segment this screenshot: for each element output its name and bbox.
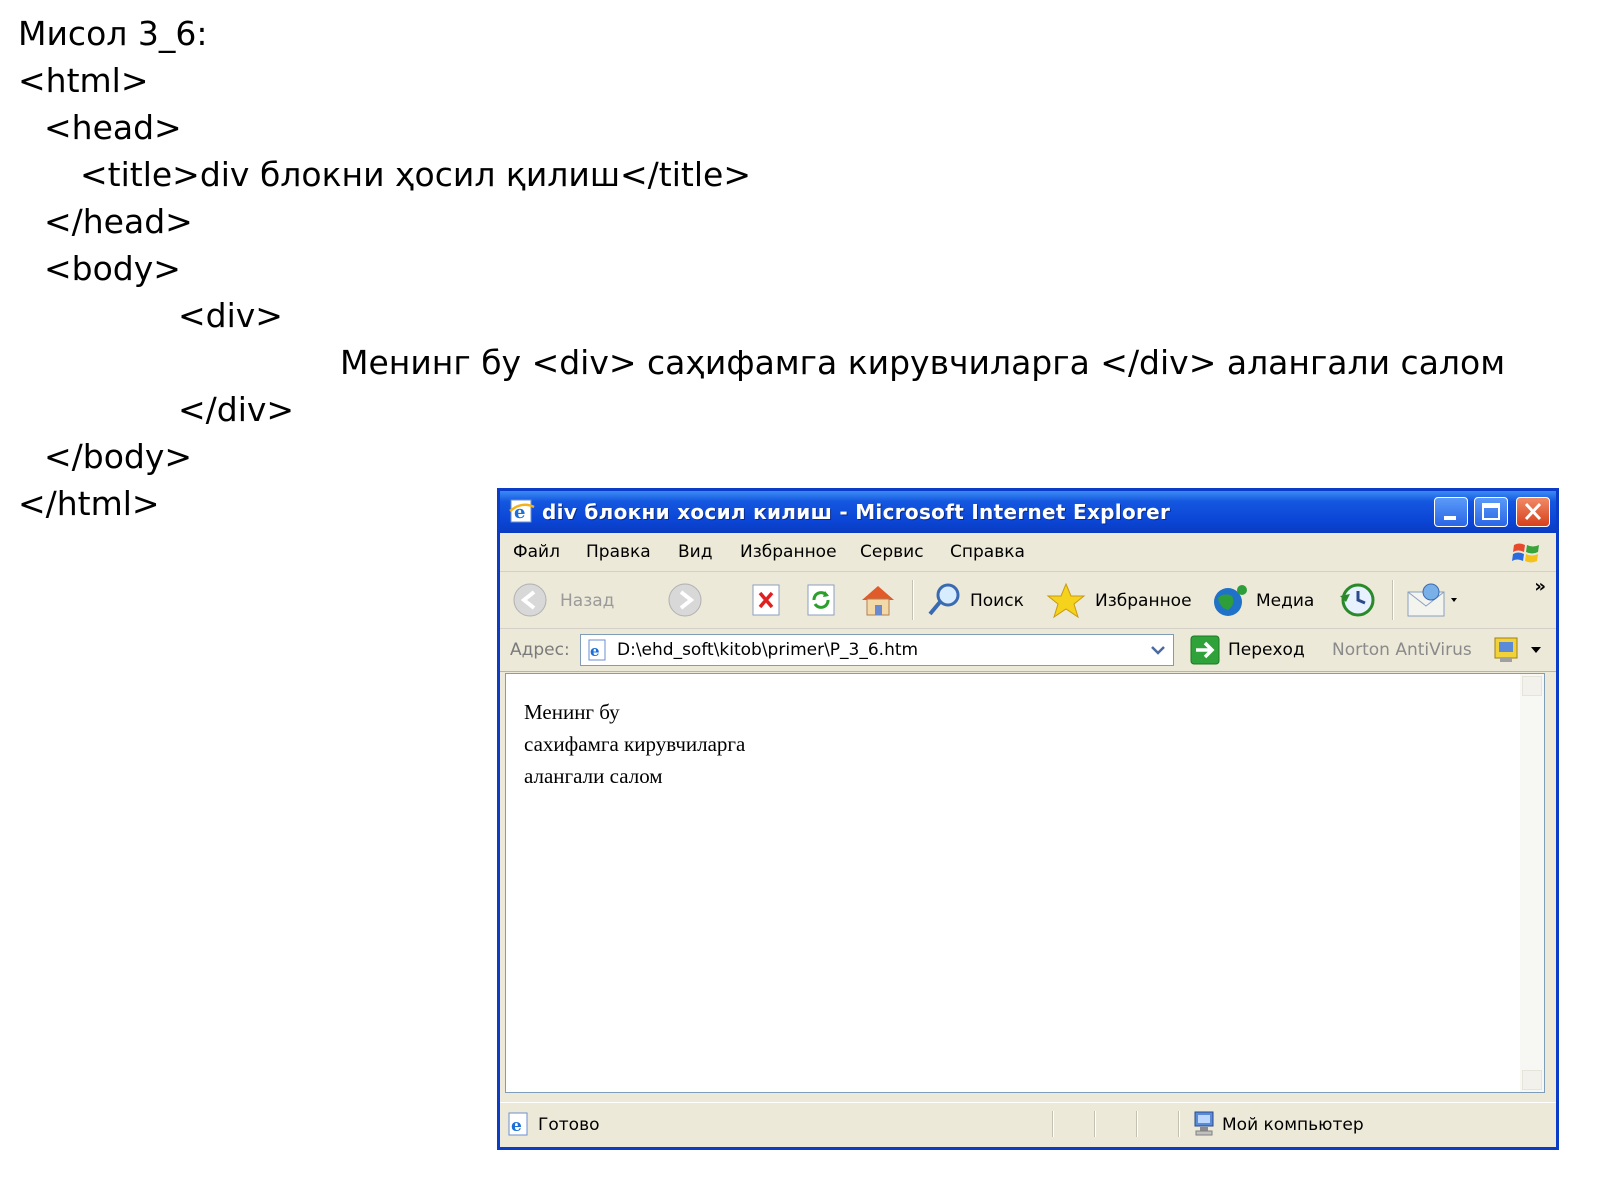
go-arrow-icon[interactable]: [1190, 635, 1220, 665]
page-body-text: Менинг бу сахифамга кирувчиларга алангал…: [524, 696, 745, 792]
svg-text:e: e: [590, 642, 600, 660]
mail-icon: [1407, 583, 1457, 617]
toolbar: Назад Поиск Избранное Медиа »: [500, 572, 1556, 629]
vertical-scrollbar[interactable]: [1520, 674, 1544, 1092]
norton-icon[interactable]: [1492, 635, 1520, 665]
page-text-line: алангали салом: [524, 764, 663, 788]
stop-button[interactable]: [748, 582, 784, 618]
stop-icon: [752, 584, 780, 616]
norton-antivirus-label[interactable]: Norton AntiVirus: [1332, 640, 1472, 660]
security-zone-text: Мой компьютер: [1222, 1115, 1364, 1135]
back-arrow-icon: [513, 583, 547, 617]
code-line-head-open: <head>: [44, 108, 182, 147]
code-line-head-close: </head>: [44, 202, 193, 241]
menu-favorites[interactable]: Избранное: [740, 542, 837, 562]
status-text: Готово: [538, 1115, 600, 1135]
address-value: D:\ehd_soft\kitob\primer\P_3_6.htm: [617, 640, 919, 660]
history-icon: [1340, 583, 1375, 617]
page-icon: e: [588, 639, 606, 661]
address-bar: Адрес: e D:\ehd_soft\kitob\primer\P_3_6.…: [500, 629, 1556, 672]
search-icon: [928, 583, 960, 616]
home-icon: [862, 586, 894, 616]
norton-dropdown-icon[interactable]: [1530, 645, 1542, 655]
toolbar-separator: [912, 580, 914, 620]
window-title: div блокни хосил килиш - Microsoft Inter…: [542, 500, 1171, 524]
close-icon: [1524, 502, 1542, 521]
forward-arrow-icon: [668, 583, 702, 617]
page-text-line: Менинг бу: [524, 700, 620, 724]
toolbar-separator: [1392, 580, 1394, 620]
status-divider: [1094, 1111, 1096, 1137]
close-button[interactable]: [1516, 497, 1550, 527]
minimize-icon: [1444, 516, 1456, 520]
address-label: Адрес:: [510, 640, 570, 660]
menu-tools[interactable]: Сервис: [860, 542, 924, 562]
page-content: Менинг бу сахифамга кирувчиларга алангал…: [505, 673, 1545, 1093]
status-divider: [1052, 1111, 1054, 1137]
menu-edit[interactable]: Правка: [586, 542, 651, 562]
media-button[interactable]: Медиа: [1210, 582, 1328, 618]
menu-bar: Файл Правка Вид Избранное Сервис Справка: [500, 533, 1556, 572]
code-line-html-open: <html>: [18, 61, 149, 100]
svg-text:e: e: [511, 1116, 522, 1136]
history-button[interactable]: [1336, 582, 1380, 618]
toolbar-overflow-button[interactable]: »: [1534, 576, 1546, 597]
code-line-body-close: </body>: [44, 437, 193, 476]
browser-window: e div блокни хосил килиш - Microsoft Int…: [497, 488, 1559, 1150]
status-divider: [1178, 1111, 1180, 1137]
code-line-body-open: <body>: [44, 249, 181, 288]
status-divider: [1136, 1111, 1138, 1137]
favorites-star-icon: [1046, 582, 1086, 619]
menu-view[interactable]: Вид: [678, 542, 712, 562]
home-button[interactable]: [858, 582, 898, 618]
chevron-down-icon[interactable]: [1145, 637, 1171, 663]
code-line-div-close: </div>: [178, 390, 295, 429]
minimize-button[interactable]: [1434, 497, 1468, 527]
page-text-line: сахифамга кирувчиларга: [524, 732, 746, 756]
status-bar: e Готово Мой компьютер: [500, 1102, 1556, 1147]
maximize-button[interactable]: [1474, 497, 1508, 527]
media-icon: [1214, 585, 1247, 616]
windows-flag-icon: [1512, 543, 1539, 563]
code-line-title: <title>div блокни ҳосил қилиш</title>: [80, 155, 751, 194]
back-button[interactable]: Назад: [510, 582, 630, 618]
code-line-html-close: </html>: [18, 484, 160, 523]
refresh-icon: [807, 584, 835, 616]
favorites-button[interactable]: Избранное: [1045, 582, 1205, 619]
mail-button[interactable]: [1405, 582, 1467, 618]
status-ie-icon: e: [508, 1112, 528, 1136]
address-input[interactable]: e D:\ehd_soft\kitob\primer\P_3_6.htm: [580, 634, 1174, 666]
code-line-content: Менинг бу <div> саҳифамга кирувчиларга <…: [340, 343, 1506, 382]
example-heading: Мисол 3_6:: [18, 14, 208, 53]
my-computer-icon: [1194, 1111, 1214, 1136]
refresh-button[interactable]: [803, 582, 839, 618]
menu-file[interactable]: Файл: [513, 542, 560, 562]
scroll-up-arrow[interactable]: [1522, 676, 1542, 696]
ie-icon: e: [509, 499, 535, 523]
code-line-div-open: <div>: [178, 296, 283, 335]
maximize-icon: [1482, 503, 1500, 520]
scroll-down-arrow[interactable]: [1522, 1070, 1542, 1090]
menu-help[interactable]: Справка: [950, 542, 1025, 562]
title-bar[interactable]: e div блокни хосил килиш - Microsoft Int…: [500, 491, 1556, 533]
go-button[interactable]: Переход: [1228, 640, 1305, 660]
search-button[interactable]: Поиск: [924, 582, 1036, 618]
forward-button[interactable]: [665, 582, 725, 618]
